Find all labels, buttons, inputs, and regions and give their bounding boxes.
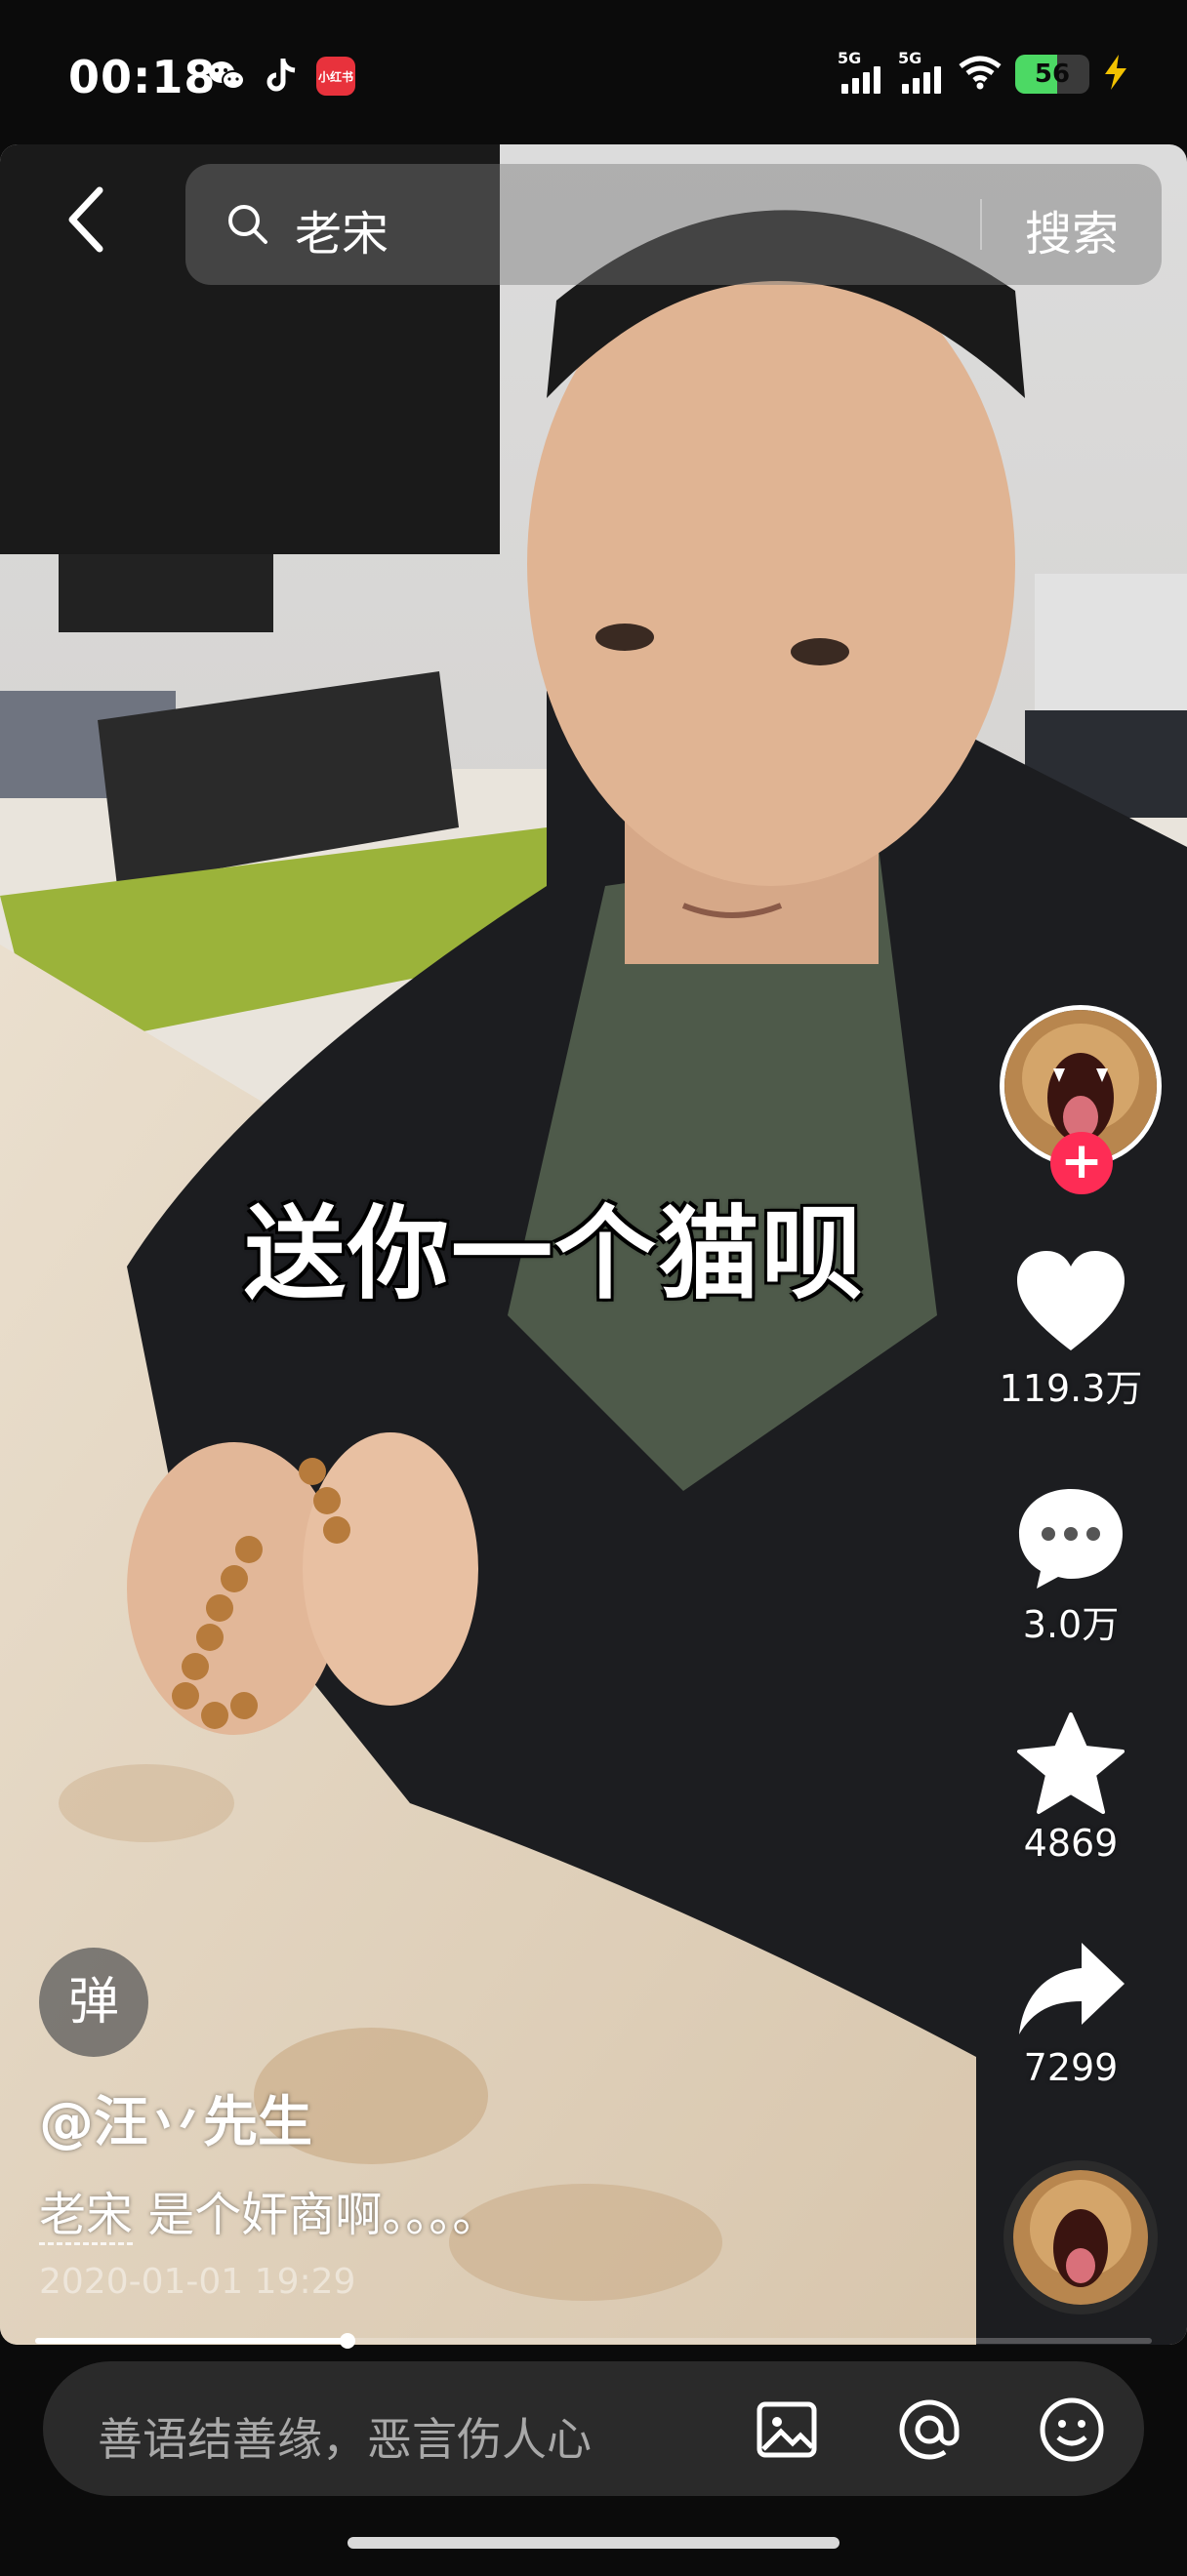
battery: 56 — [1015, 55, 1089, 94]
status-app-icons: 小红书 — [207, 57, 355, 96]
description-text: 是个奸商啊。。。。 — [133, 2188, 500, 2242]
search-divider — [980, 199, 982, 250]
comment-button[interactable]: 3.0万 — [998, 1485, 1144, 1648]
back-button[interactable] — [59, 181, 117, 259]
status-indicators: 5G 5G 56 — [838, 49, 1128, 94]
comment-icon — [1019, 1489, 1123, 1589]
video-caption: 送你一个猫呗 — [244, 1194, 866, 1313]
post-description: 老宋 是个奸商啊。。。。 — [39, 2176, 500, 2245]
share-button[interactable]: 7299 — [998, 1937, 1144, 2089]
wechat-icon — [207, 57, 246, 96]
xiaohongshu-icon: 小红书 — [316, 57, 355, 96]
favorite-count: 4869 — [1023, 1822, 1119, 1865]
follow-button[interactable]: + — [1050, 1132, 1113, 1194]
share-count: 7299 — [1023, 2046, 1119, 2089]
progress-handle[interactable] — [340, 2333, 356, 2349]
search-button[interactable]: 搜索 — [1025, 195, 1119, 263]
status-bar: 00:18 小红书 5G 5G 56 — [0, 0, 1187, 146]
charging-icon — [1103, 55, 1128, 94]
status-time: 00:18 — [68, 51, 217, 103]
star-icon — [1017, 1712, 1125, 1814]
wifi-icon — [959, 55, 1002, 94]
search-tag-link[interactable]: 老宋 — [39, 2188, 134, 2245]
favorite-button[interactable]: 4869 — [998, 1712, 1144, 1865]
emoji-icon[interactable] — [1037, 2395, 1107, 2465]
signal-1: 5G — [838, 49, 884, 94]
search-input[interactable]: 老宋 — [295, 195, 389, 263]
search-bar[interactable]: 老宋 搜索 — [185, 164, 1162, 285]
author-name[interactable]: @汪丷先生 — [39, 2078, 312, 2157]
home-indicator[interactable] — [348, 2537, 839, 2549]
at-icon[interactable] — [894, 2395, 964, 2465]
signal-2: 5G — [898, 49, 945, 94]
post-time: 2020-01-01 19:29 — [39, 2262, 356, 2302]
danmu-toggle[interactable]: 弹 — [39, 1948, 148, 2057]
comment-input[interactable]: 善语结善缘，恶言伤人心 — [98, 2404, 592, 2469]
heart-icon — [1017, 1251, 1125, 1350]
back-icon — [68, 186, 103, 253]
comment-bar[interactable]: 善语结善缘，恶言伤人心 — [43, 2361, 1144, 2496]
comment-count: 3.0万 — [1022, 1603, 1120, 1646]
like-count: 119.3万 — [999, 1367, 1143, 1410]
music-disc[interactable] — [1003, 2160, 1158, 2314]
share-icon — [1019, 1943, 1125, 2034]
image-icon[interactable] — [752, 2395, 822, 2465]
search-icon — [228, 205, 267, 244]
like-button[interactable]: 119.3万 — [998, 1249, 1144, 1412]
tiktok-icon — [262, 57, 301, 96]
video-progress[interactable] — [35, 2333, 1152, 2349]
